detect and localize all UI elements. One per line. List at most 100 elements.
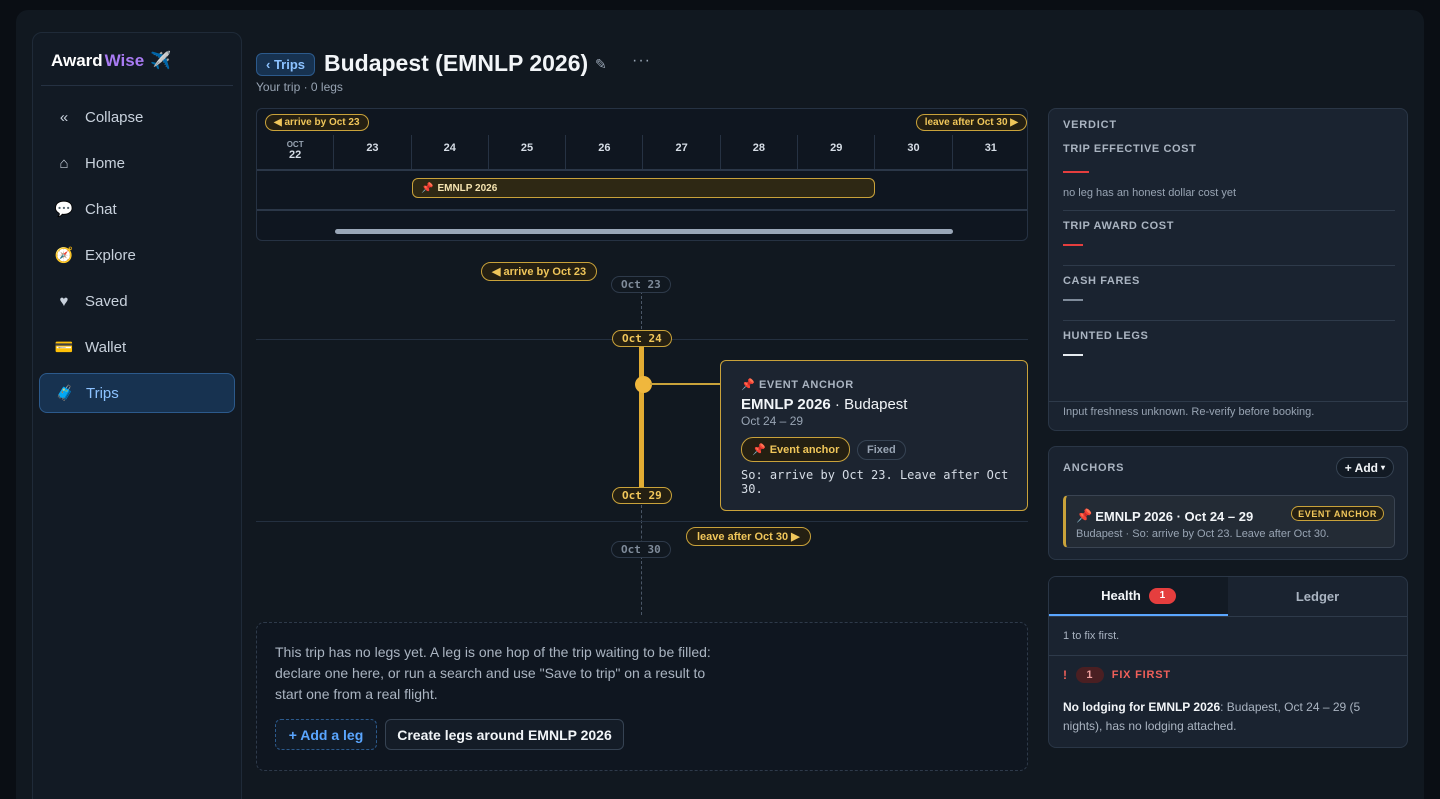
no-legs-panel: This trip has no legs yet. A leg is one … [256,622,1028,771]
timeline-leave-pill: leave after Oct 30 ▶ [686,527,811,546]
sidebar-item-chat[interactable]: 💬 Chat [39,189,235,229]
calendar-day: 28 [719,135,797,169]
timeline-date-oct23: Oct 23 [611,276,671,293]
timeline-date-oct29: Oct 29 [612,487,672,504]
health-summary: 1 to fix first. [1063,630,1120,642]
add-anchor-button[interactable]: + Add ▾ [1335,457,1394,478]
verdict-title: VERDICT [1063,119,1117,131]
event-anchor-badge: 📌 Event anchor [741,437,851,462]
pin-icon: 📌 [741,379,756,391]
sidebar-item-saved[interactable]: ♥ Saved [39,281,235,321]
tab-health-label: Health [1101,588,1141,603]
cash-fares-label: CASH FARES [1063,275,1140,287]
sidebar-item-trips[interactable]: 🧳 Trips [39,373,235,413]
brand-prefix: Award [51,51,103,70]
verdict-panel: VERDICT TRIP EFFECTIVE COST no leg has a… [1048,108,1408,431]
anchor-item[interactable]: 📌 EMNLP 2026 · Oct 24 – 29 EVENT ANCHOR B… [1063,495,1395,548]
verdict-divider [1063,210,1395,211]
calendar-day: 30 [874,135,951,169]
timeline-divider [256,521,1028,522]
no-legs-message: This trip has no legs yet. A leg is one … [275,644,711,702]
sidebar: Award Wise ✈️ « Collapse ⌂ Home 💬 Chat 🧭 … [32,32,242,799]
luggage-icon: 🧳 [55,385,75,402]
sidebar-divider [41,85,233,86]
fix-first-count: 1 [1075,667,1104,683]
chat-icon: 💬 [54,201,74,218]
health-tabs: Health 1 Ledger [1049,577,1407,617]
sidebar-item-label: Chat [85,200,117,218]
create-legs-button[interactable]: Create legs around EMNLP 2026 [385,719,624,750]
verdict-divider [1063,320,1395,321]
anchor-item-subtitle: Budapest · So: arrive by Oct 23. Leave a… [1076,528,1330,540]
sidebar-item-explore[interactable]: 🧭 Explore [39,235,235,275]
calendar-day: 23 [333,135,410,169]
calendar-event-label: EMNLP 2026 [437,182,498,194]
verdict-footer: Input freshness unknown. Re-verify befor… [1049,401,1407,418]
trip-award-cost-label: TRIP AWARD COST [1063,220,1175,232]
health-issue-message[interactable]: No lodging for EMNLP 2026: Budapest, Oct… [1063,698,1393,736]
calendar-day: 24 [410,135,488,169]
more-options-icon[interactable]: ··· [632,52,651,70]
health-panel: Health 1 Ledger 1 to fix first. ! 1 FIX … [1048,576,1408,748]
anchor-card-kicker: 📌 EVENT ANCHOR [741,379,854,391]
sidebar-item-label: Collapse [85,108,144,126]
compass-icon: 🧭 [54,247,74,264]
sidebar-item-home[interactable]: ⌂ Home [39,143,235,183]
wallet-icon: 💳 [54,339,74,356]
alert-icon: ! [1063,668,1068,682]
timeline-date-oct30: Oct 30 [611,541,671,558]
calendar-strip: ◀ arrive by Oct 23 leave after Oct 30 ▶ … [256,108,1028,241]
collapse-icon: « [59,108,69,126]
brand-suffix: Wise [104,51,145,70]
anchor-item-title: 📌 EMNLP 2026 · Oct 24 – 29 [1076,508,1254,524]
calendar-event-row: 📌 EMNLP 2026 [257,171,1027,211]
sidebar-item-label: Wallet [85,338,127,356]
anchors-panel: ANCHORS + Add ▾ 📌 EMNLP 2026 · Oct 24 – 2… [1048,446,1408,560]
fixed-badge: Fixed [857,440,906,460]
trip-effective-cost-value [1063,171,1089,173]
event-anchor-card[interactable]: 📌 EVENT ANCHOR EMNLP 2026 · Budapest Oct… [720,360,1028,511]
event-span-bar [639,345,644,497]
health-count-badge: 1 [1148,587,1176,604]
tab-ledger[interactable]: Ledger [1228,577,1407,616]
calendar-day: 27 [642,135,719,169]
trip-effective-cost-label: TRIP EFFECTIVE COST [1063,143,1197,155]
pencil-icon[interactable]: ✎ [595,56,607,73]
calendar-day: 31 [951,135,1027,169]
calendar-day: OCT 22 [286,140,304,161]
trip-effective-cost-note: no leg has an honest dollar cost yet [1063,187,1237,199]
fix-first-header: ! 1 FIX FIRST [1063,667,1171,683]
calendar-scrollbar[interactable] [335,229,953,234]
airplane-icon: ✈️ [150,51,172,70]
add-leg-button[interactable]: + Add a leg [275,719,377,750]
sidebar-item-label: Explore [85,246,136,264]
health-divider [1049,655,1407,656]
pin-icon: 📌 [421,182,434,194]
sidebar-item-label: Home [85,154,126,172]
timeline-arrive-pill: ◀ arrive by Oct 23 [481,262,598,281]
page-subtitle: Your trip · 0 legs [256,80,343,94]
fix-first-label: FIX FIRST [1111,669,1171,681]
sidebar-item-wallet[interactable]: 💳 Wallet [39,327,235,367]
hunted-legs-label: HUNTED LEGS [1063,330,1149,342]
page-title: Budapest (EMNLP 2026) [324,50,589,76]
pin-icon: 📌 [1076,508,1093,523]
hunted-legs-value [1063,354,1083,356]
home-icon: ⌂ [59,154,69,172]
sidebar-item-collapse[interactable]: « Collapse [39,97,235,137]
verdict-divider [1063,265,1395,266]
anchor-type-badge: EVENT ANCHOR [1291,506,1384,521]
calendar-event-bar[interactable]: 📌 EMNLP 2026 [412,178,875,198]
calendar-arrive-pill: ◀ arrive by Oct 23 [265,114,369,131]
pin-icon: 📌 [752,444,766,456]
cash-fares-value [1063,299,1083,301]
tab-health[interactable]: Health 1 [1049,577,1228,616]
calendar-day: 29 [797,135,874,169]
freshness-note: Input freshness unknown. Re-verify befor… [1063,406,1315,418]
brand-logo[interactable]: Award Wise ✈️ [51,51,171,71]
add-anchor-label: + Add [1344,460,1378,475]
anchor-card-title: EMNLP 2026 · Budapest [741,396,908,413]
heart-icon: ♥ [59,292,69,310]
anchor-card-dates: Oct 24 – 29 [741,414,804,428]
back-to-trips-button[interactable]: ‹ Trips [256,53,316,76]
